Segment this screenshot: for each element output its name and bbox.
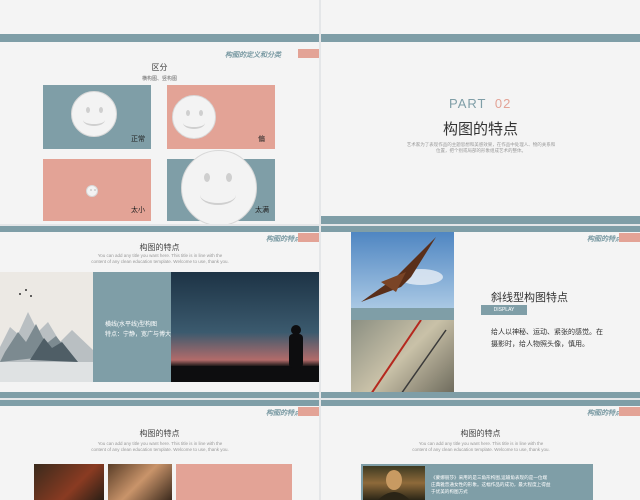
desc-line: 特点：宁静，宽广与博大 xyxy=(105,332,172,338)
top-bar xyxy=(321,34,640,42)
tag-accent xyxy=(298,233,319,242)
example-offset: 偏 xyxy=(167,85,275,149)
text-panel xyxy=(176,464,292,500)
slide-composition-features-3[interactable]: 构图的特点 构图的特点 You can add any title you wa… xyxy=(0,400,319,500)
slide-part-02[interactable]: PART 02 构图的特点 艺术家为了表现作品的主题思想和美感效果，在作品中处理… xyxy=(321,0,640,224)
image-divider xyxy=(351,308,454,320)
tag-accent xyxy=(619,407,640,416)
part-number: 02 xyxy=(494,96,512,111)
slide-title: 构图的特点 xyxy=(139,429,180,438)
subtitle-line: content of any clean education template.… xyxy=(412,447,550,452)
desc-line: 给人以神秘、运动、紧张的感觉。在 xyxy=(491,329,603,336)
desc-line: 摄影时，给人物照头像，慎用。 xyxy=(491,341,589,348)
slide-subtitle: 横构图、竖构图 xyxy=(141,76,177,82)
mona-lisa-image xyxy=(363,466,425,500)
slide-subtitle: You can add any title you want here. Thi… xyxy=(60,253,260,265)
slide-title: 构图的特点 xyxy=(139,243,180,252)
silhouette-night-image xyxy=(171,272,319,382)
label-too-full: 太满 xyxy=(255,207,269,214)
smiley-face-icon xyxy=(71,91,117,137)
slide-subtitle: You can add any title you want here. Thi… xyxy=(381,441,581,453)
description-panel: 横线(水平线)型构图 特点：宁静，宽广与博大 xyxy=(93,272,171,382)
part-label: PART xyxy=(449,96,487,111)
slide-horizontal-composition[interactable]: 构图的特点 构图的特点 You can add any title you wa… xyxy=(0,226,319,398)
part-heading: PART 02 xyxy=(449,96,511,111)
bottom-bar xyxy=(0,392,319,398)
bottom-bar xyxy=(321,392,640,398)
example-too-full: 太满 xyxy=(167,150,275,224)
slide-composition-features-4[interactable]: 构图的特点 构图的特点 You can add any title you wa… xyxy=(321,400,640,500)
slide-title: 斜线型构图特点 xyxy=(491,292,568,304)
slide-tag: 构图的特点 xyxy=(587,410,622,417)
label-too-small: 太小 xyxy=(131,207,145,214)
slide-title: 构图的特点 xyxy=(460,429,501,438)
desc-line: 于优美的构图方式 xyxy=(431,489,468,494)
painting-image-2 xyxy=(108,464,172,500)
painting-image-1 xyxy=(34,464,104,500)
desc-line: 庄典雅普通女性的形象。这幅作品的成功，最大程度上得益 xyxy=(431,482,551,487)
ink-landscape-image xyxy=(0,272,93,382)
tag-accent xyxy=(298,49,319,58)
description-text: 横线(水平线)型构图 特点：宁静，宽广与博大 xyxy=(105,320,171,340)
slide-title: 区分 xyxy=(151,63,168,72)
slide-subtitle: You can add any title you want here. Thi… xyxy=(60,441,260,453)
bottom-bar xyxy=(321,216,640,224)
slide-tag: 构图的定义和分类 xyxy=(225,52,281,59)
slide-tag: 构图的特点 xyxy=(266,410,301,417)
eagle-sky-image xyxy=(351,232,454,308)
subtitle-line: content of any clean education template.… xyxy=(91,447,229,452)
label-normal: 正常 xyxy=(131,136,145,143)
example-normal: 正常 xyxy=(43,85,151,149)
subtitle-line: content of any clean education template.… xyxy=(91,259,229,264)
section-description: 艺术家为了表现作品的主题思想和美感效果，在作品中处理人、物的关系和 位置，把个别… xyxy=(361,142,601,154)
tag-accent xyxy=(619,233,640,242)
tag-accent xyxy=(298,407,319,416)
smiley-face-icon xyxy=(172,95,216,139)
desc-line: 《蒙娜丽莎》采用的是三角形构图,运输角表现的是一位端 xyxy=(431,475,548,480)
top-bar xyxy=(0,400,319,406)
slide-composition-classification[interactable]: 构图的定义和分类 区分 横构图、竖构图 正常 偏 太小 太满 xyxy=(0,0,319,224)
top-bar xyxy=(0,226,319,232)
desc-line: 位置，把个别或局部的形象组成艺术的整体。 xyxy=(436,148,526,153)
desc-line: 横线(水平线)型构图 xyxy=(105,322,157,328)
top-bar xyxy=(321,400,640,406)
example-too-small: 太小 xyxy=(43,159,151,221)
smiley-face-icon xyxy=(86,185,98,197)
display-badge: DISPLAY xyxy=(481,305,527,315)
slide-tag: 构图的特点 xyxy=(587,236,622,243)
slide-diagonal-composition[interactable]: 构图的特点 斜线型构图特点 DISPLAY 给人以神秘、运动、紧张的感觉。在 摄… xyxy=(321,226,640,398)
label-offset: 偏 xyxy=(258,136,265,143)
top-bar xyxy=(0,34,319,42)
mona-lisa-description: 《蒙娜丽莎》采用的是三角形构图,运输角表现的是一位端 庄典雅普通女性的形象。这幅… xyxy=(431,474,591,495)
smiley-face-icon xyxy=(181,150,257,224)
section-title: 构图的特点 xyxy=(442,121,518,138)
slide-description: 给人以神秘、运动、紧张的感觉。在 摄影时，给人物照头像，慎用。 xyxy=(491,327,603,351)
battle-painting-image xyxy=(351,319,454,395)
